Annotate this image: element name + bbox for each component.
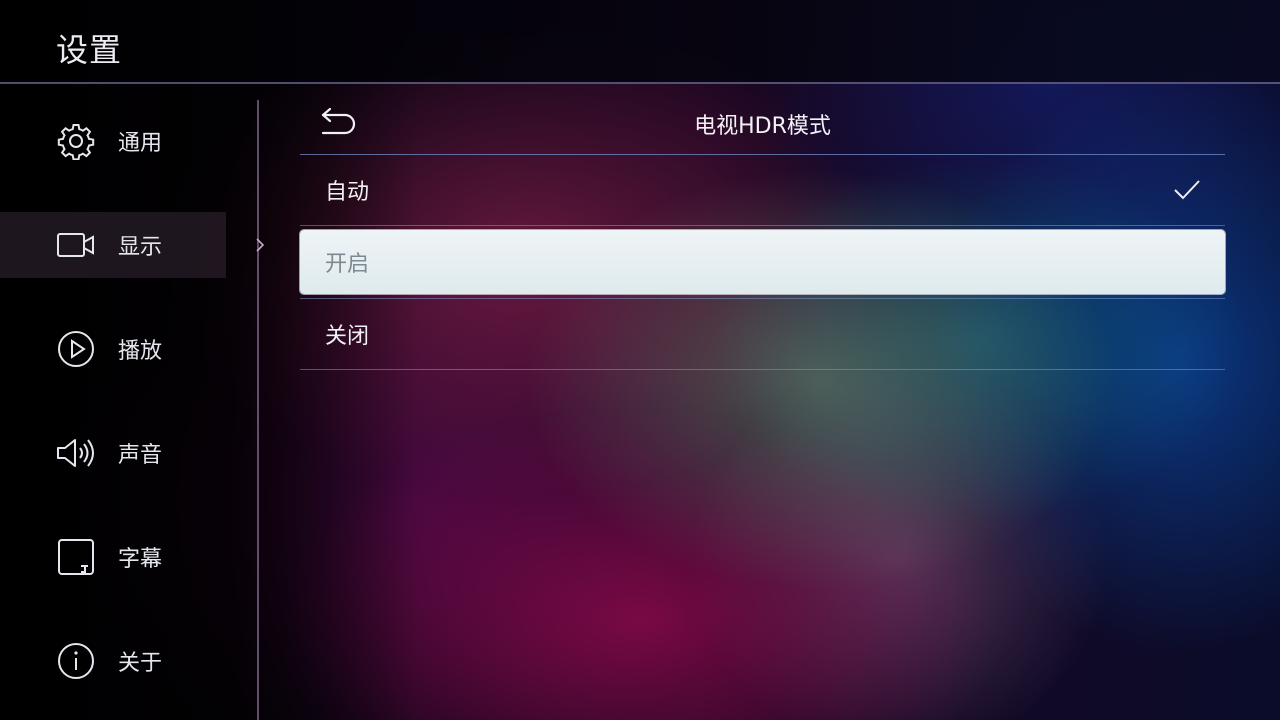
- tv-settings-screen: 设置 通用 显示 播放 声音 字幕 关于 电视HDR模式 自动 开启 关闭: [0, 0, 1280, 720]
- top-bar: 设置: [0, 0, 1280, 84]
- info-icon: [56, 641, 96, 681]
- play-icon: [56, 329, 96, 369]
- sidebar-divider: [257, 100, 259, 720]
- display-icon: [56, 225, 96, 265]
- sidebar-item-subtitles[interactable]: 字幕: [0, 524, 226, 590]
- sidebar-item-about[interactable]: 关于: [0, 628, 226, 694]
- speaker-icon: [56, 433, 96, 473]
- sidebar-item-playback[interactable]: 播放: [0, 316, 226, 382]
- gear-icon: [56, 121, 96, 161]
- sidebar-item-label: 声音: [118, 443, 163, 468]
- page-title: 设置: [56, 31, 123, 69]
- panel-title: 电视HDR模式: [694, 114, 831, 139]
- sidebar-item-label: 字幕: [118, 547, 163, 572]
- option-on[interactable]: 开启: [300, 230, 1225, 294]
- option-auto[interactable]: 自动: [300, 155, 1225, 226]
- panel-header: 电视HDR模式: [300, 100, 1225, 155]
- sidebar-item-sound[interactable]: 声音: [0, 420, 226, 486]
- sidebar-item-label: 播放: [118, 339, 163, 364]
- subtitle-icon: [56, 537, 96, 577]
- option-label: 关闭: [325, 324, 370, 349]
- option-label: 自动: [325, 180, 370, 205]
- hdr-mode-panel: 电视HDR模式 自动 开启 关闭: [300, 100, 1225, 370]
- option-off[interactable]: 关闭: [300, 298, 1225, 370]
- sidebar-item-general[interactable]: 通用: [0, 108, 226, 174]
- option-label: 开启: [325, 252, 370, 277]
- sidebar: 通用 显示 播放 声音 字幕 关于: [0, 84, 260, 720]
- sidebar-item-display[interactable]: 显示: [0, 212, 226, 278]
- checkmark-icon: [1173, 179, 1201, 201]
- chevron-right-icon: [256, 238, 265, 252]
- sidebar-item-label: 关于: [118, 651, 163, 676]
- sidebar-item-label: 通用: [118, 131, 163, 156]
- sidebar-item-label: 显示: [118, 235, 163, 260]
